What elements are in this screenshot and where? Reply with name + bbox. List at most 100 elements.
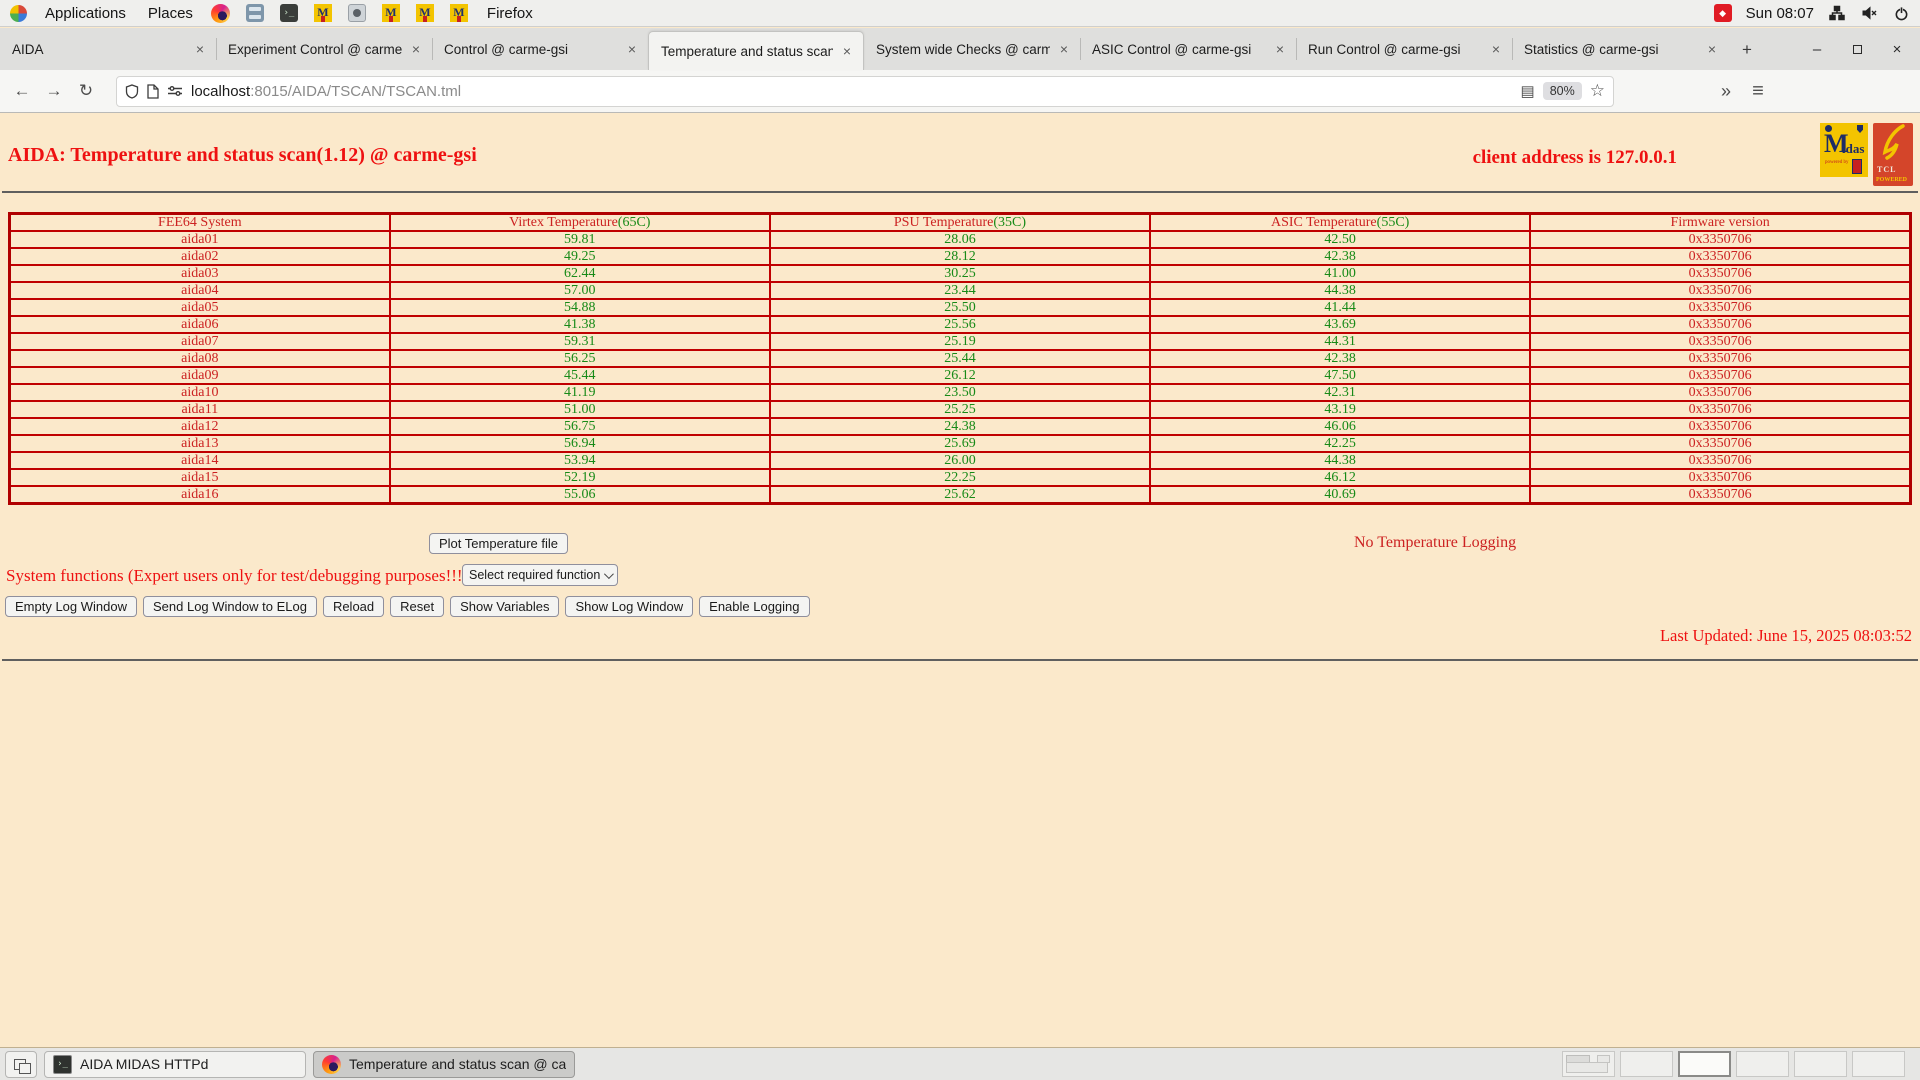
bookmark-star-icon[interactable]: ☆ — [1590, 81, 1605, 101]
function-select[interactable]: Select required function — [462, 564, 618, 586]
firefox-icon — [322, 1055, 341, 1074]
workspace-cell[interactable] — [1620, 1051, 1673, 1077]
table-row: aida1552.1922.25 46.120x3350706 — [10, 469, 1911, 486]
clock[interactable]: Sun 08:07 — [1746, 5, 1814, 22]
reload-icon[interactable]: ↻ — [70, 81, 102, 101]
show-desktop-button[interactable] — [5, 1051, 37, 1078]
midas-logo-badge — [1852, 159, 1862, 174]
screen-record-indicator-icon[interactable]: ◆ — [1714, 4, 1732, 22]
last-updated: Last Updated: June 15, 2025 08:03:52 — [1660, 626, 1912, 646]
tab-close-icon[interactable]: × — [624, 41, 640, 57]
midas-launcher-icon-1[interactable]: M — [314, 4, 332, 22]
page-content: AIDA: Temperature and status scan(1.12) … — [0, 114, 1920, 1047]
table-row: aida0759.3125.19 44.310x3350706 — [10, 333, 1911, 350]
table-row: aida0362.4430.25 41.000x3350706 — [10, 265, 1911, 282]
tab-close-icon[interactable]: × — [1272, 41, 1288, 57]
tab-close-icon[interactable]: × — [1056, 41, 1072, 57]
tab-close-icon[interactable]: × — [408, 41, 424, 57]
url-text[interactable]: localhost:8015/AIDA/TSCAN/TSCAN.tml — [191, 83, 1513, 100]
active-app-label[interactable]: Firefox — [483, 5, 537, 22]
table-row: aida1151.0025.25 43.190x3350706 — [10, 401, 1911, 418]
reader-mode-icon[interactable]: ▤ — [1521, 82, 1535, 100]
permissions-sliders-icon[interactable] — [167, 84, 183, 98]
plot-temperature-button[interactable]: Plot Temperature file — [429, 533, 568, 554]
action-button[interactable]: Reload — [323, 596, 384, 617]
browser-tab[interactable]: AIDA × — [0, 28, 216, 70]
temperature-table: FEE64 SystemVirtex Temperature(65C)PSU T… — [8, 212, 1912, 505]
browser-nav-bar: ← → ↻ localhost:8015/AIDA/TSCAN/TSCAN.tm… — [0, 70, 1920, 113]
table-row: aida1453.9426.00 44.380x3350706 — [10, 452, 1911, 469]
overflow-menu-icon[interactable]: » — [1710, 81, 1742, 102]
table-row: aida1041.1923.50 42.310x3350706 — [10, 384, 1911, 401]
midas-launcher-icon-2[interactable]: M — [382, 4, 400, 22]
network-icon[interactable] — [1828, 4, 1846, 22]
power-icon[interactable] — [1892, 4, 1910, 22]
url-bar[interactable]: localhost:8015/AIDA/TSCAN/TSCAN.tml ▤ 80… — [116, 76, 1614, 107]
table-header-row: FEE64 SystemVirtex Temperature(65C)PSU T… — [10, 214, 1911, 232]
midas-launcher-icon-4[interactable]: M — [450, 4, 468, 22]
tab-close-icon[interactable]: × — [1704, 41, 1720, 57]
tcl-feather-icon — [1875, 124, 1911, 168]
browser-tab[interactable]: Run Control @ carme-gsi × — [1296, 28, 1512, 70]
taskbar-window-httpd[interactable]: ›_ AIDA MIDAS HTTPd — [44, 1051, 306, 1078]
workspace-cell[interactable] — [1852, 1051, 1905, 1077]
workspace-cell[interactable] — [1794, 1051, 1847, 1077]
minimize-window-icon[interactable]: – — [1810, 41, 1824, 58]
screenshot-launcher-icon[interactable] — [348, 4, 366, 22]
places-menu[interactable]: Places — [144, 5, 197, 22]
gnome-top-bar: Applications Places ›_ M M M M Firefox ◆… — [0, 0, 1920, 27]
volume-muted-icon[interactable] — [1860, 4, 1878, 22]
table-row: aida0945.4426.12 47.500x3350706 — [10, 367, 1911, 384]
firefox-launcher-icon[interactable] — [211, 4, 230, 23]
taskbar: ›_ AIDA MIDAS HTTPd Temperature and stat… — [0, 1047, 1920, 1080]
table-row: aida1655.0625.62 40.690x3350706 — [10, 486, 1911, 504]
browser-tab[interactable]: Experiment Control @ carme × — [216, 28, 432, 70]
table-row: aida0554.8825.50 41.440x3350706 — [10, 299, 1911, 316]
browser-tab[interactable]: ASIC Control @ carme-gsi × — [1080, 28, 1296, 70]
tab-strip: AIDA × Experiment Control @ carme × Cont… — [0, 28, 1728, 70]
browser-tab[interactable]: Statistics @ carme-gsi × — [1512, 28, 1728, 70]
action-button[interactable]: Show Log Window — [565, 596, 693, 617]
browser-tab[interactable]: Control @ carme-gsi × — [432, 28, 648, 70]
table-row: aida0159.8128.06 42.500x3350706 — [10, 231, 1911, 248]
gnome-applications-icon[interactable] — [10, 5, 27, 22]
table-row: aida0856.2525.44 42.380x3350706 — [10, 350, 1911, 367]
browser-tab-bar: AIDA × Experiment Control @ carme × Cont… — [0, 28, 1920, 70]
files-launcher-icon[interactable] — [246, 4, 264, 22]
taskbar-window-firefox[interactable]: Temperature and status scan @ car... — [313, 1051, 575, 1078]
shield-icon[interactable] — [125, 84, 139, 99]
midas-launcher-icon-3[interactable]: M — [416, 4, 434, 22]
action-button[interactable]: Enable Logging — [699, 596, 809, 617]
applications-menu[interactable]: Applications — [41, 5, 130, 22]
workspace-cell[interactable] — [1678, 1051, 1731, 1077]
browser-tab[interactable]: System wide Checks @ carm × — [864, 28, 1080, 70]
terminal-launcher-icon[interactable]: ›_ — [280, 4, 298, 22]
page-info-icon[interactable] — [147, 84, 159, 99]
app-menu-icon[interactable]: ≡ — [1742, 80, 1774, 103]
browser-tab[interactable]: Temperature and status scan × — [648, 31, 864, 70]
forward-icon[interactable]: → — [38, 81, 70, 101]
action-button[interactable]: Empty Log Window — [5, 596, 137, 617]
tcl-powered-logo: TCL POWERED — [1873, 123, 1913, 186]
tab-close-icon[interactable]: × — [192, 41, 208, 57]
client-address: client address is 127.0.0.1 — [1473, 147, 1677, 169]
action-button[interactable]: Send Log Window to ELog — [143, 596, 317, 617]
zoom-level-badge[interactable]: 80% — [1543, 82, 1582, 100]
action-button[interactable]: Reset — [390, 596, 444, 617]
close-window-icon[interactable]: × — [1890, 41, 1904, 58]
new-tab-button[interactable]: + — [1734, 37, 1760, 63]
window-controls: – × — [1810, 28, 1920, 70]
no-logging-status: No Temperature Logging — [1354, 534, 1516, 552]
tab-close-icon[interactable]: × — [1488, 41, 1504, 57]
maximize-window-icon[interactable] — [1853, 45, 1862, 54]
midas-logo: M idas powered by — [1820, 123, 1868, 177]
system-functions-label: System functions (Expert users only for … — [6, 566, 468, 586]
divider — [2, 659, 1918, 661]
tab-close-icon[interactable]: × — [839, 43, 855, 59]
back-icon[interactable]: ← — [6, 81, 38, 101]
action-button[interactable]: Show Variables — [450, 596, 559, 617]
table-body: aida0159.8128.06 42.500x3350706 aida0249… — [10, 231, 1911, 504]
workspace-cell[interactable] — [1562, 1051, 1615, 1077]
table-row: aida0457.0023.44 44.380x3350706 — [10, 282, 1911, 299]
workspace-cell[interactable] — [1736, 1051, 1789, 1077]
